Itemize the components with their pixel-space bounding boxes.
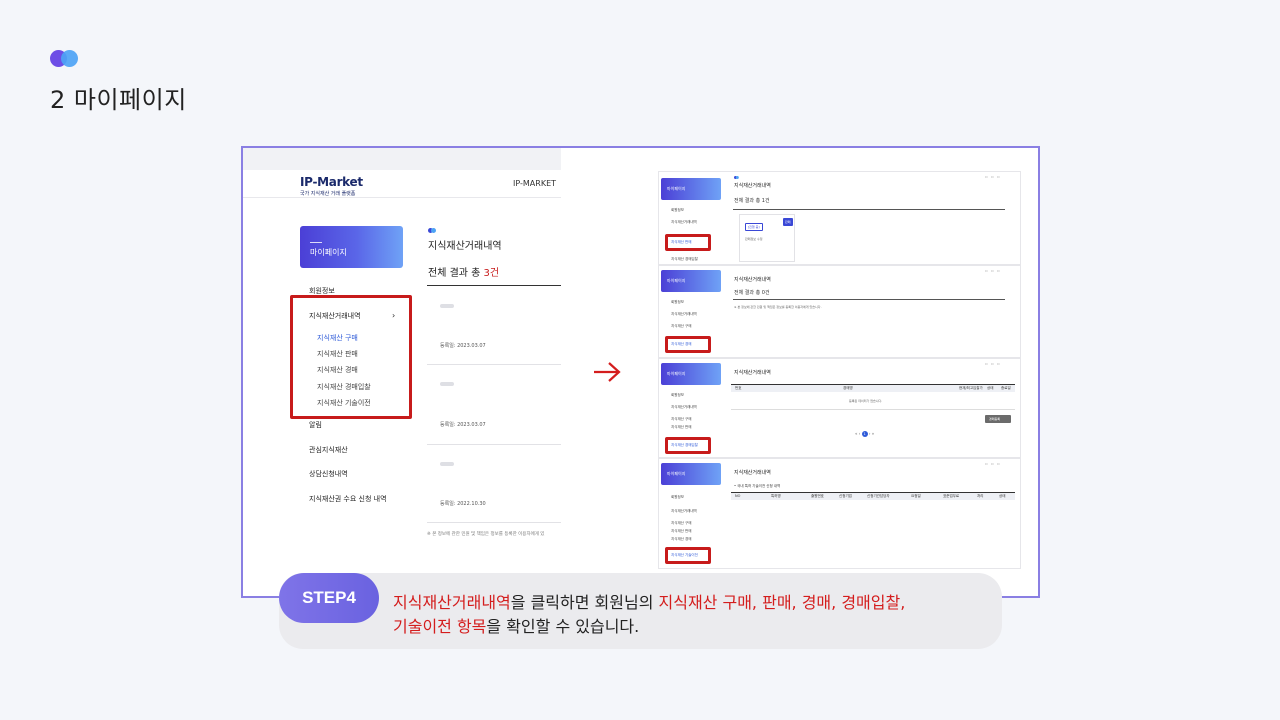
callout-line-2: 기술이전 항목을 확인할 수 있습니다. <box>393 617 640 636</box>
list-item-blurred <box>440 382 454 386</box>
table-header: 번호 경매명 현재/최고입찰가 상태 종료일 <box>731 384 1015 392</box>
brand-logo[interactable]: IP-Market 국가 지식재산 거래 플랫폼 <box>300 175 363 197</box>
highlight-box <box>290 295 412 419</box>
list-item-blurred <box>440 462 454 466</box>
sale-button[interactable]: 판매 <box>783 218 793 226</box>
list-item-date: 등록일: 2023.03.07 <box>440 422 486 428</box>
sidebar-item-demand-requests[interactable]: 지식재산권 수요 신청 내역 <box>309 494 387 504</box>
mypage-card: 마이페이지 <box>661 463 721 485</box>
sidebar-item-alerts[interactable]: 알림 <box>309 420 322 430</box>
right-screenshot-tech-transfer: ▫ ▫ ▫ 마이페이지 지식재산거래내역 • 국내 특허 기술이전 신청 내역 … <box>658 458 1021 569</box>
content-title: 지식재산거래내역 <box>428 241 502 252</box>
highlight-box: 지식재산 기술이전 <box>665 547 711 564</box>
screenshot-frame: IP-Market 국가 지식재산 거래 플랫폼 IP-MARKET 마이페이지… <box>241 146 1040 598</box>
highlight-box: 지식재산 경매 <box>665 336 711 353</box>
mypage-card: 마이페이지 <box>661 270 721 292</box>
callout-line-1: 지식재산거래내역을 클릭하면 회원님의 지식재산 구매, 판매, 경매, 경매입… <box>393 593 906 612</box>
section-title: 2 마이페이지 <box>50 86 187 114</box>
right-screenshot-auction: ▫ ▫ ▫ 마이페이지 지식재산거래내역 전체 결과 총 0건 ※ 본 정보에 … <box>658 265 1021 358</box>
sidebar-item-favorites[interactable]: 관심지식재산 <box>309 445 348 455</box>
result-count: 전체 결과 총 3건 <box>428 268 500 279</box>
step-badge: STEP4 <box>279 573 379 623</box>
title-bullet-icon <box>428 228 438 233</box>
section-bullet-icon <box>50 50 82 68</box>
list-item-date: 등록일: 2023.03.07 <box>440 343 486 349</box>
right-screenshot-sale: ▫ ▫ ▫ 마이페이지 지식재산거래내역 전체 결과 총 1건 회원정보 지식재… <box>658 171 1021 265</box>
mypage-card: 마이페이지 <box>661 178 721 200</box>
pagination[interactable]: « ‹ 1 › » <box>855 431 874 437</box>
empty-message: 등록된 데이터가 없습니다. <box>849 399 883 403</box>
right-screenshot-auction-bid: ▫ ▫ ▫ 마이페이지 지식재산거래내역 번호 경매명 현재/최고입찰가 상태 … <box>658 358 1021 458</box>
left-screenshot: IP-Market 국가 지식재산 거래 플랫폼 IP-MARKET 마이페이지… <box>243 148 561 568</box>
auction-register-button[interactable]: 경매등록 <box>985 415 1011 423</box>
step-callout: STEP4 지식재산거래내역을 클릭하면 회원님의 지식재산 구매, 판매, 경… <box>279 573 1002 649</box>
mypage-card: 마이페이지 <box>661 363 721 385</box>
sidebar-item-consultation[interactable]: 상담신청내역 <box>309 469 348 479</box>
list-item-date: 등록일: 2022.10.30 <box>440 501 486 507</box>
list-item-blurred <box>440 304 454 308</box>
arrow-right-icon <box>594 362 621 382</box>
top-nav-link[interactable]: IP-MARKET <box>513 179 556 188</box>
highlight-box: 지식재산 경매입찰 <box>665 437 711 454</box>
table-header: NO 특허명 출원번호 신청기업 신청기관담당자 요청일 표준업무료 처리 상태 <box>731 492 1015 500</box>
footnote: ※ 본 정보에 관한 민원 및 책임은 정보를 등록한 이용자에게 있 <box>427 532 545 537</box>
mypage-card: 마이페이지 <box>300 226 403 268</box>
highlight-box: 지식재산 판매 <box>665 234 711 251</box>
